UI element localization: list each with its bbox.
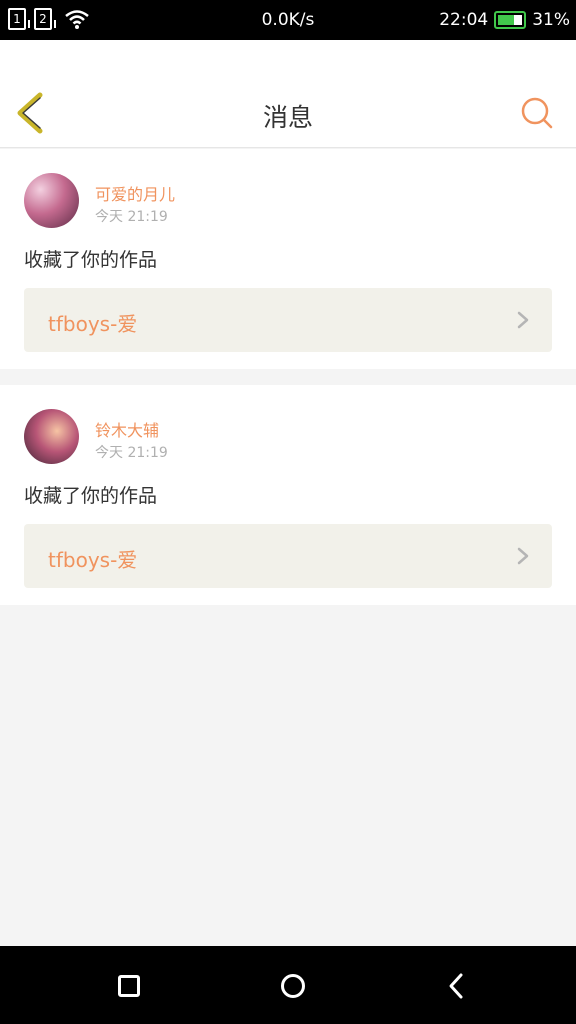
work-link[interactable]: tfboys-爱 xyxy=(24,524,552,588)
home-button[interactable] xyxy=(281,974,305,998)
message-card: 可爱的月儿 今天 21:19 收藏了你的作品 tfboys-爱 xyxy=(0,149,576,369)
work-link[interactable]: tfboys-爱 xyxy=(24,288,552,352)
status-bar: 1 2 0.0K/s 22:04 31% xyxy=(0,0,576,40)
message-time: 今天 21:19 xyxy=(95,445,168,461)
work-title: tfboys-爱 xyxy=(48,548,138,572)
message-action: 收藏了你的作品 xyxy=(24,485,158,507)
user-avatar[interactable] xyxy=(24,409,79,464)
user-name[interactable]: 铃木大辅 xyxy=(95,417,159,441)
app-header: 消息 xyxy=(0,40,576,148)
page-title: 消息 xyxy=(262,103,313,132)
system-nav-bar xyxy=(0,946,576,1024)
recent-apps-button[interactable] xyxy=(118,975,140,997)
battery-fill xyxy=(498,15,515,25)
work-title: tfboys-爱 xyxy=(48,312,138,336)
battery-icon xyxy=(494,11,527,29)
user-avatar[interactable] xyxy=(24,173,79,228)
system-back-button[interactable] xyxy=(448,972,464,1000)
message-action: 收藏了你的作品 xyxy=(24,249,158,271)
user-name[interactable]: 可爱的月儿 xyxy=(95,181,175,205)
search-button[interactable] xyxy=(520,96,554,130)
chevron-right-icon xyxy=(517,311,529,329)
clock: 22:04 xyxy=(439,10,489,30)
chevron-right-icon xyxy=(517,547,529,565)
battery-empty xyxy=(514,15,523,25)
message-time: 今天 21:19 xyxy=(95,209,168,225)
battery-percent: 31% xyxy=(532,10,570,30)
status-right: 22:04 31% xyxy=(439,10,570,30)
message-card: 铃木大辅 今天 21:19 收藏了你的作品 tfboys-爱 xyxy=(0,385,576,605)
